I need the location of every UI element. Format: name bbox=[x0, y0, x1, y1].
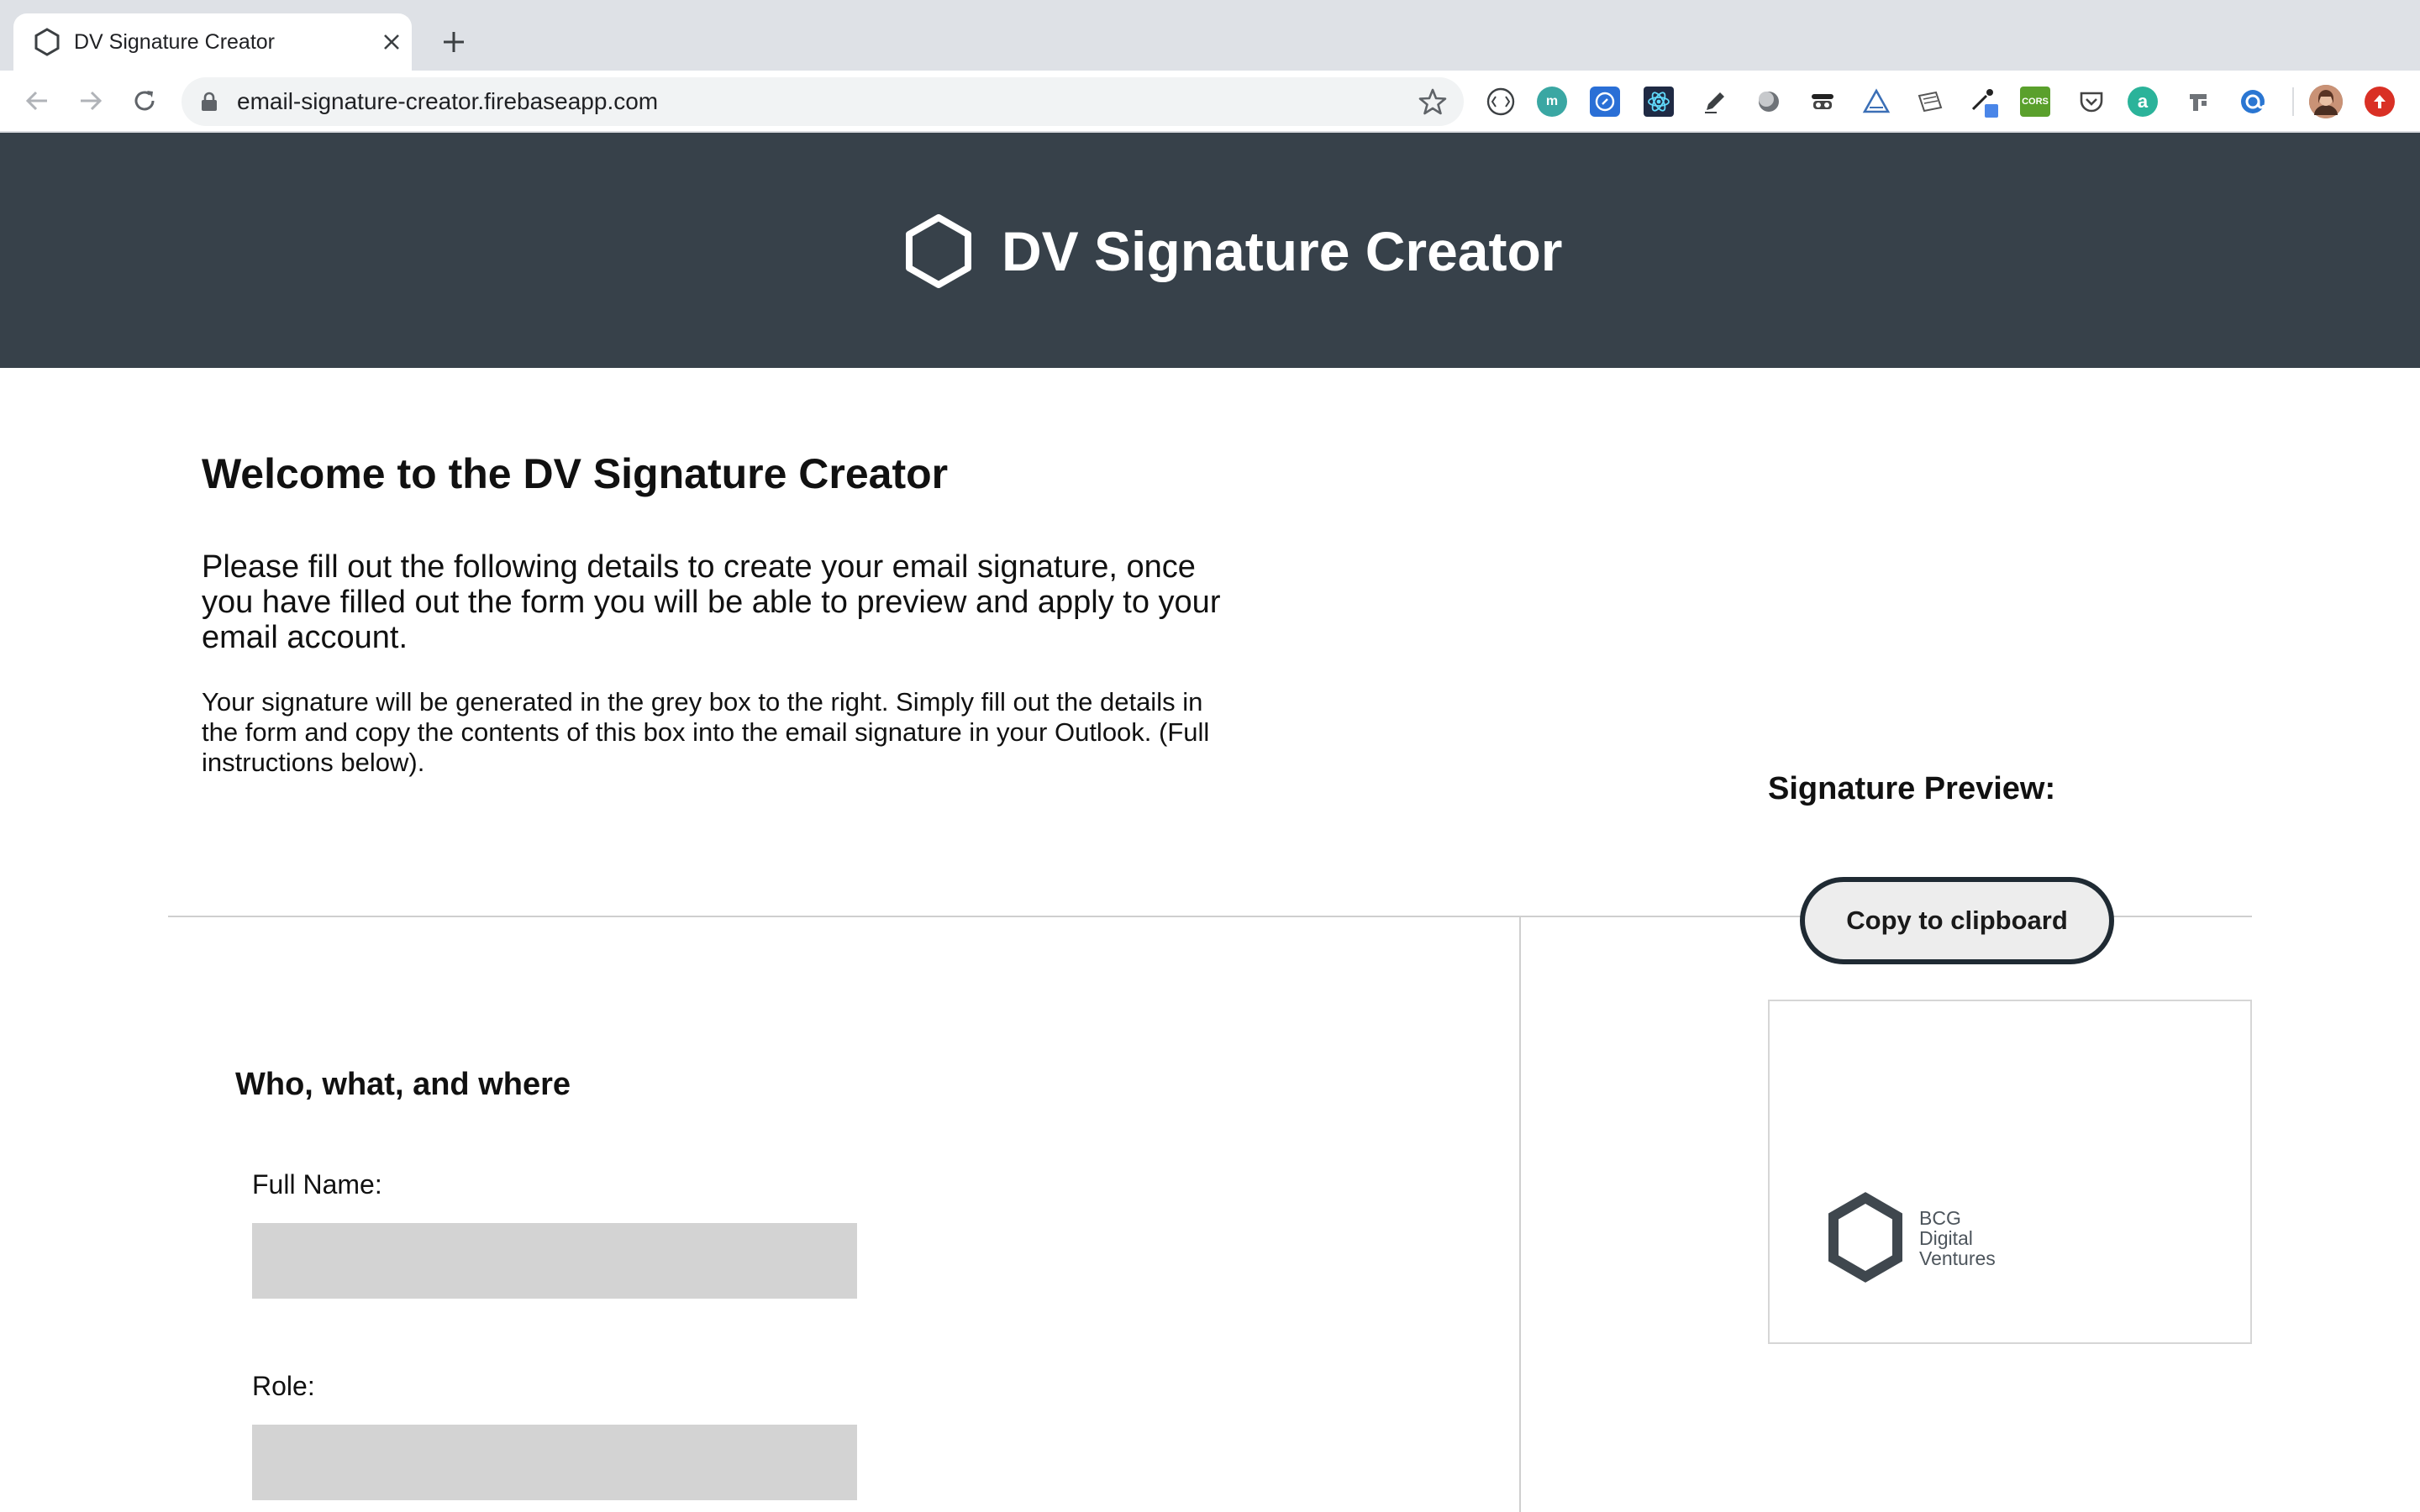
bcg-hexagon-logo-icon bbox=[1828, 1192, 1902, 1283]
a-icon[interactable]: a bbox=[2128, 87, 2158, 117]
role-label: Role: bbox=[252, 1371, 315, 1401]
browser-tabstrip: DV Signature Creator bbox=[0, 0, 2420, 71]
bookmark-star-icon[interactable] bbox=[1418, 87, 1447, 116]
close-tab-icon[interactable] bbox=[376, 27, 407, 57]
site-header: DV Signature Creator bbox=[0, 133, 2420, 368]
new-tab-icon[interactable] bbox=[437, 25, 471, 59]
url-text: email-signature-creator.firebaseapp.com bbox=[237, 88, 659, 114]
intro-detail-text: Your signature will be generated in the … bbox=[202, 687, 1210, 777]
back-icon[interactable] bbox=[18, 82, 55, 119]
address-bar[interactable]: email-signature-creator.firebaseapp.com bbox=[182, 77, 1464, 126]
compass-icon[interactable] bbox=[1590, 87, 1620, 117]
role-input[interactable] bbox=[252, 1425, 857, 1500]
triangle-icon[interactable] bbox=[1859, 84, 1894, 119]
toolbar-divider bbox=[2292, 87, 2294, 116]
m-icon[interactable]: m bbox=[1537, 87, 1567, 117]
form-section-heading: Who, what, and where bbox=[235, 1067, 571, 1102]
intro-lead-text: Please fill out the following details to… bbox=[202, 549, 1221, 655]
at-icon[interactable] bbox=[2235, 84, 2270, 119]
welcome-heading: Welcome to the DV Signature Creator bbox=[202, 450, 949, 497]
browser-tab[interactable]: DV Signature Creator bbox=[13, 13, 412, 71]
reload-icon[interactable] bbox=[126, 82, 163, 119]
browser-toolbar: email-signature-creator.firebaseapp.com bbox=[0, 71, 2420, 133]
vertical-divider bbox=[1519, 916, 1521, 1512]
logo-line-2: Digital bbox=[1919, 1227, 1973, 1249]
forward-icon[interactable] bbox=[72, 82, 109, 119]
mask-icon[interactable] bbox=[1805, 84, 1840, 119]
pocket-icon[interactable] bbox=[2074, 84, 2109, 119]
bcg-logo-text: BCG Digital Ventures bbox=[1919, 1208, 1996, 1268]
cors-icon[interactable]: CORS bbox=[2020, 87, 2050, 117]
profile-avatar[interactable] bbox=[2309, 85, 2343, 118]
logo-line-1: BCG bbox=[1919, 1207, 1961, 1229]
circle-icon[interactable] bbox=[1751, 84, 1786, 119]
pen-icon[interactable] bbox=[1697, 84, 1733, 119]
signature-preview-label: Signature Preview: bbox=[1768, 771, 2056, 806]
tab-title: DV Signature Creator bbox=[74, 30, 276, 54]
code-brackets-icon[interactable] bbox=[1483, 84, 1518, 119]
eyedropper-icon[interactable] bbox=[1966, 84, 2002, 119]
notebook-icon[interactable] bbox=[1912, 84, 1948, 119]
full-name-label: Full Name: bbox=[252, 1169, 382, 1200]
update-icon[interactable] bbox=[2365, 87, 2395, 117]
react-atom-icon[interactable] bbox=[1644, 87, 1674, 117]
full-name-input[interactable] bbox=[252, 1223, 857, 1299]
hexagon-logo-icon bbox=[906, 214, 971, 288]
pin-icon[interactable] bbox=[2181, 84, 2217, 119]
lock-icon bbox=[202, 92, 217, 111]
site-title: DV Signature Creator bbox=[1002, 220, 1563, 282]
hexagon-favicon-icon bbox=[34, 28, 60, 56]
logo-line-3: Ventures bbox=[1919, 1247, 1996, 1269]
signature-preview-box: BCG Digital Ventures bbox=[1768, 1000, 2252, 1344]
copy-to-clipboard-button[interactable]: Copy to clipboard bbox=[1800, 877, 2114, 964]
